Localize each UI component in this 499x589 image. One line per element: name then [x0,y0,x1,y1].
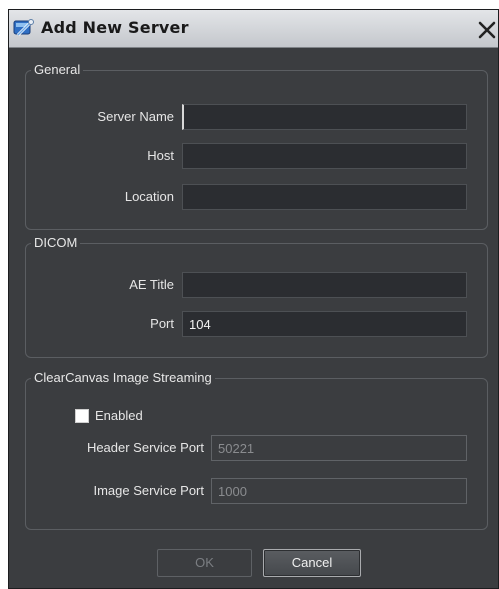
add-server-dialog: Add New Server General Server Name Host … [8,9,499,589]
image-service-port-label: Image Service Port [93,483,204,498]
general-legend: General [31,62,84,78]
enabled-checkbox[interactable] [75,409,89,423]
host-input[interactable] [182,143,467,169]
location-input[interactable] [182,184,467,210]
title-bar[interactable]: Add New Server [9,10,498,48]
location-label: Location [124,189,174,204]
cancel-button[interactable]: Cancel [263,549,361,577]
dialog-title: Add New Server [41,18,189,37]
header-service-port-label: Header Service Port [86,440,204,455]
port-label: Port [150,316,174,331]
server-name-label: Server Name [97,109,174,124]
ae-title-input[interactable] [182,272,467,298]
ae-title-label: AE Title [129,277,174,292]
dicom-legend: DICOM [31,235,81,251]
enabled-label: Enabled [95,408,143,423]
image-streaming-legend: ClearCanvas Image Streaming [31,370,215,386]
server-app-icon [13,18,35,38]
image-service-port-input[interactable] [211,478,467,504]
close-icon[interactable] [477,20,497,40]
header-service-port-input[interactable] [211,435,467,461]
host-label: Host [147,148,174,163]
port-input[interactable] [182,311,467,337]
dicom-group: DICOM [25,235,488,358]
ok-button[interactable]: OK [157,549,252,577]
server-name-input[interactable] [182,104,467,130]
dialog-body: General Server Name Host Location DICOM … [9,49,498,588]
